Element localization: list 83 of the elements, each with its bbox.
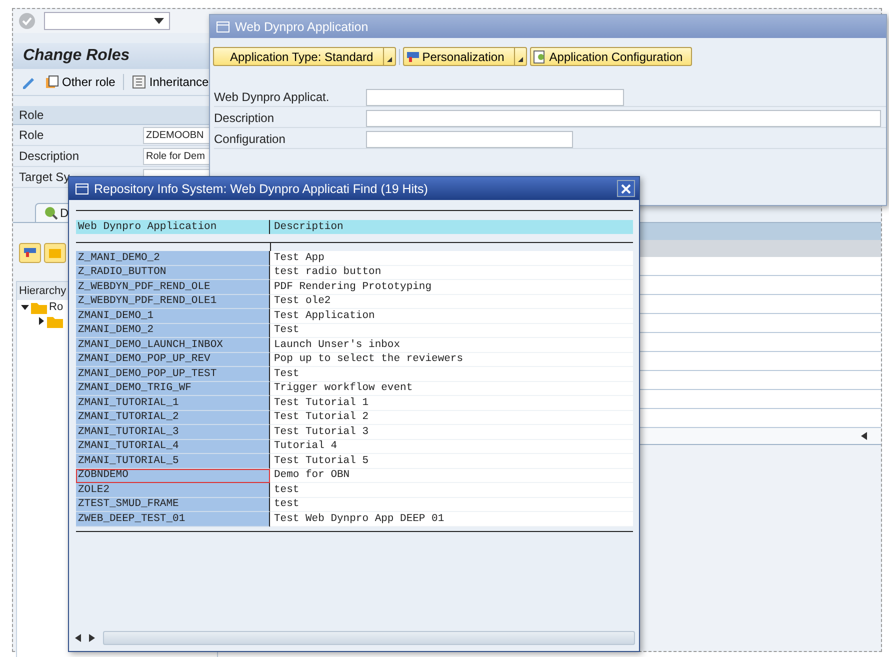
input-field[interactable] <box>366 88 624 106</box>
toolbar-button[interactable]: Application Configuration <box>530 47 692 66</box>
close-button[interactable] <box>617 180 635 197</box>
toolbar-button[interactable]: Application Type: Standard <box>213 47 396 66</box>
table-cell[interactable]: ZMANI_DEMO_LAUNCH_INBOX <box>76 338 270 352</box>
table-cell[interactable]: ZMANI_DEMO_POP_UP_REV <box>76 352 270 367</box>
table-cell[interactable]: Trigger workflow event <box>270 382 633 396</box>
table-cell[interactable]: Z_RADIO_BUTTON <box>76 266 270 280</box>
table-cell[interactable]: Demo for OBN <box>270 468 633 483</box>
dropdown-arrow-icon <box>154 18 164 24</box>
table-cell[interactable]: Test ole2 <box>270 294 633 309</box>
scroll-left-icon[interactable] <box>75 634 81 642</box>
field-label: Description <box>19 149 80 163</box>
table-cell[interactable]: Z_WEBDYN_PDF_REND_OLE <box>76 280 270 294</box>
screen-icon <box>406 50 420 64</box>
table-cell[interactable]: Launch Unser's inbox <box>270 338 633 352</box>
dialog-title: Repository Info System: Web Dynpro Applicati Find (19 Hits) <box>94 182 429 196</box>
hierarchy-button-icon[interactable] <box>19 243 41 263</box>
field-label: Description <box>214 111 276 125</box>
dropdown-arrow-icon <box>518 57 524 62</box>
section-header: Role <box>19 108 44 122</box>
table-cell[interactable]: ZMANI_TUTORIAL_4 <box>76 440 270 454</box>
scroll-right-icon[interactable] <box>89 634 95 642</box>
table-cell[interactable]: PDF Rendering Prototyping <box>270 280 633 294</box>
table-cell[interactable]: ZTEST_SMUD_FRAME <box>76 498 270 512</box>
toolbar-button[interactable]: Inheritance <box>132 75 209 89</box>
toolbar-button[interactable]: Other role <box>45 75 116 89</box>
input-field[interactable] <box>366 130 573 148</box>
column-header[interactable]: Web Dynpro Application <box>76 220 270 234</box>
table-cell[interactable]: Pop up to select the reviewers <box>270 352 633 367</box>
expand-arrow-icon[interactable] <box>37 317 45 325</box>
table-cell[interactable]: Test Tutorial 2 <box>270 410 633 425</box>
table-cell[interactable]: Test Web Dynpro App DEEP 01 <box>270 512 633 526</box>
table-cell[interactable]: ZMANI_DEMO_2 <box>76 324 270 338</box>
window-icon <box>75 182 89 194</box>
tree-item[interactable]: Ro <box>49 301 64 313</box>
table-cell[interactable]: Test Tutorial 5 <box>270 454 633 468</box>
table-cell[interactable]: Tutorial 4 <box>270 440 633 454</box>
table-cell[interactable]: Test Tutorial 1 <box>270 396 633 410</box>
command-field[interactable] <box>44 12 170 30</box>
document-icon <box>533 50 548 64</box>
table-cell[interactable]: ZMANI_TUTORIAL_2 <box>76 410 270 425</box>
table-cell[interactable]: Z_WEBDYN_PDF_REND_OLE1 <box>76 294 270 309</box>
check-icon[interactable] <box>18 12 36 30</box>
list-icon <box>132 75 146 89</box>
table-cell[interactable]: Test Tutorial 3 <box>270 425 633 440</box>
field-label: Role <box>19 128 45 142</box>
field-label: Configuration <box>214 132 286 146</box>
table-cell[interactable]: ZMANI_TUTORIAL_1 <box>76 396 270 410</box>
field-label: Web Dynpro Applicat. <box>214 90 330 104</box>
table-cell[interactable]: test <box>270 498 633 512</box>
table-cell[interactable]: ZMANI_DEMO_POP_UP_TEST <box>76 367 270 382</box>
scroll-left-icon[interactable] <box>861 432 867 440</box>
table-cell[interactable]: ZOBNDEMO <box>76 468 270 483</box>
window-icon <box>216 20 230 32</box>
magnifier-icon <box>44 206 58 220</box>
column-header[interactable]: Description <box>270 220 633 234</box>
table-cell[interactable]: test <box>270 483 633 498</box>
folder-button-icon[interactable] <box>44 243 66 263</box>
table-cell[interactable]: ZMANI_TUTORIAL_5 <box>76 454 270 468</box>
field-label: Target Sy <box>19 170 71 184</box>
table-cell[interactable]: Test <box>270 367 633 382</box>
table-cell[interactable]: Test Application <box>270 309 633 324</box>
table-cell[interactable]: ZWEB_DEEP_TEST_01 <box>76 512 270 526</box>
table-cell[interactable]: Test <box>270 324 633 338</box>
column-header: Hierarchy <box>19 285 66 297</box>
table-cell[interactable]: ZMANI_TUTORIAL_3 <box>76 425 270 440</box>
close-icon <box>621 184 631 194</box>
document-icon <box>45 75 59 89</box>
table-cell[interactable]: ZMANI_DEMO_1 <box>76 309 270 324</box>
expand-arrow-icon[interactable] <box>21 303 29 311</box>
dropdown-arrow-icon <box>387 57 392 62</box>
table-cell[interactable]: ZMANI_DEMO_TRIG_WF <box>76 382 270 396</box>
table-cell[interactable]: Z_MANI_DEMO_2 <box>76 251 270 266</box>
folder-icon <box>47 314 63 328</box>
input-field[interactable] <box>366 110 881 126</box>
table-cell[interactable]: test radio button <box>270 266 633 280</box>
scrollbar-thumb[interactable] <box>103 631 635 645</box>
table-cell[interactable]: ZOLE2 <box>76 483 270 498</box>
table-cell[interactable]: Test App <box>270 251 633 266</box>
screen-title: Change Roles <box>23 47 130 65</box>
dialog-title: Web Dynpro Application <box>235 20 368 34</box>
toolbar-button[interactable]: Personalization <box>403 47 528 66</box>
